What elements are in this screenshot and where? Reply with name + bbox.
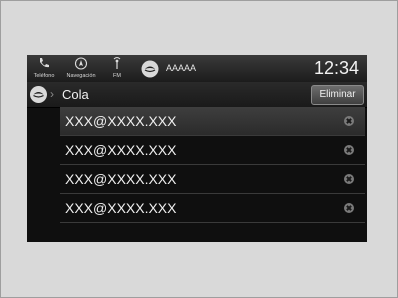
compass-icon <box>74 57 88 70</box>
fm-label: FM <box>113 73 121 79</box>
fm-shortcut[interactable]: FM <box>107 55 127 82</box>
phone-shortcut[interactable]: Teléfono <box>29 55 59 82</box>
queue-item[interactable]: XXX@XXXX.XXX <box>60 107 365 136</box>
queue-item-text: XXX@XXXX.XXX <box>65 171 177 187</box>
queue-item[interactable]: XXX@XXXX.XXX <box>60 194 365 223</box>
source-name: AAAAA <box>166 63 197 73</box>
queue-item-text: XXX@XXXX.XXX <box>65 200 177 216</box>
remove-icon[interactable] <box>344 116 354 126</box>
navigation-label: Navegación <box>66 73 96 79</box>
queue-item[interactable]: XXX@XXXX.XXX <box>60 165 365 194</box>
delete-button[interactable]: Eliminar <box>311 85 364 105</box>
source-icon <box>141 60 159 78</box>
queue-item[interactable]: XXX@XXXX.XXX <box>60 136 365 165</box>
title-bar: › Cola Eliminar <box>27 82 367 108</box>
navigation-shortcut[interactable]: Navegación <box>61 55 101 82</box>
status-bar: Teléfono Navegación FM AAAAA 12:34 <box>27 55 367 82</box>
chevron-right-icon: › <box>50 87 54 101</box>
phone-icon <box>40 58 49 68</box>
remove-icon[interactable] <box>344 174 354 184</box>
page-title: Cola <box>62 87 89 102</box>
phone-label: Teléfono <box>33 73 55 79</box>
clock: 12:34 <box>313 58 359 78</box>
remove-icon[interactable] <box>344 203 354 213</box>
queue-list: XXX@XXXX.XXX XXX@XXXX.XXX XXX@XXXX.XXX X… <box>60 107 365 223</box>
remove-icon[interactable] <box>344 145 354 155</box>
infotainment-screen: Teléfono Navegación FM AAAAA 12:34 › Col… <box>27 55 367 242</box>
source-back-icon <box>33 92 44 98</box>
antenna-icon <box>113 57 121 69</box>
back-button[interactable] <box>30 86 47 103</box>
queue-item-text: XXX@XXXX.XXX <box>65 113 177 129</box>
queue-item-text: XXX@XXXX.XXX <box>65 142 177 158</box>
